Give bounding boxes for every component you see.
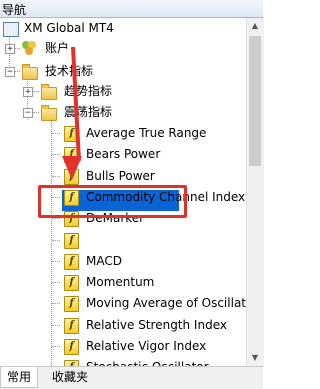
tree-item-label: Bulls Power <box>86 169 155 183</box>
indicator-icon: f <box>64 339 79 355</box>
tree-item-indicator[interactable]: f Relative Strength Index <box>0 315 246 335</box>
tree-item-label: Relative Strength Index <box>86 318 227 332</box>
tab-common[interactable]: 常用 <box>0 367 39 388</box>
tree-item-label: MACD <box>86 254 122 268</box>
folder-icon <box>22 64 38 80</box>
tree-item-label: 震荡指标 <box>64 105 113 119</box>
tree-item-indicator[interactable]: f Moving Average of Oscillator <box>0 293 246 313</box>
tree-connector <box>52 133 60 134</box>
tree-connector <box>52 282 60 283</box>
folder-icon <box>41 84 57 100</box>
tree-connector <box>52 218 60 219</box>
tree-item-technical-indicators[interactable]: − 技术指标 <box>0 61 246 81</box>
tree-connector <box>52 261 60 262</box>
tree-item-trend[interactable]: + 趋势指标 <box>0 81 246 101</box>
expand-toggle[interactable]: + <box>23 87 33 97</box>
tree-item-indicator[interactable]: f Bulls Power <box>0 166 246 186</box>
collapse-toggle[interactable]: − <box>23 108 33 118</box>
tree-item-accounts[interactable]: + 账户 <box>0 38 246 58</box>
annotation-arrow-head-icon <box>62 156 82 180</box>
tree-connector <box>52 154 60 155</box>
tree-item-label: Moving Average of Oscillator <box>86 296 246 310</box>
tree-item-indicator[interactable]: f Force Index <box>0 230 246 250</box>
tree-item-label: Momentum <box>86 275 155 289</box>
terminal-icon <box>3 22 19 37</box>
tab-favorites[interactable]: 收藏夹 <box>46 367 94 387</box>
highlight-annotation-box <box>38 185 187 218</box>
tree-item-indicator[interactable]: f Momentum <box>0 272 246 292</box>
accounts-icon <box>22 41 36 55</box>
tree-item-label: Stochastic Oscillator <box>86 357 209 366</box>
tree-item-label: Bears Power <box>86 147 161 161</box>
tree-item-indicator[interactable]: f Bears Power <box>0 144 246 164</box>
tree-connector <box>52 325 60 326</box>
tree-item-label: Force Index <box>86 233 156 247</box>
tree-item-label: 账户 <box>45 41 70 55</box>
tree-item-indicator[interactable]: fStochastic Oscillator <box>0 357 246 366</box>
tree-item-label: 趋势指标 <box>64 84 113 98</box>
indicator-icon: f <box>64 275 79 291</box>
scroll-thumb[interactable] <box>249 36 261 166</box>
vertical-scrollbar[interactable]: ▲ ▼ <box>246 18 264 366</box>
tree-connector <box>52 240 60 241</box>
scroll-up-icon[interactable]: ▲ <box>247 18 263 34</box>
navigator-tabs: 常用 收藏夹 <box>0 366 263 389</box>
tree-item-label: 技术指标 <box>45 64 94 78</box>
tree-item-oscillators[interactable]: − 震荡指标 <box>0 102 246 122</box>
tree-connector <box>52 176 60 177</box>
tree-item-indicator[interactable]: f Relative Vigor Index <box>0 336 246 356</box>
tree-item-indicator[interactable]: f MACD <box>0 251 246 271</box>
expand-toggle[interactable]: + <box>5 44 15 54</box>
indicator-icon: f <box>64 233 79 249</box>
collapse-toggle[interactable]: − <box>5 67 15 77</box>
navigator-titlebar: 导航 <box>0 0 263 18</box>
folder-icon <box>41 105 57 121</box>
tree-item-indicator[interactable]: f Average True Range <box>0 123 246 143</box>
scroll-down-icon[interactable]: ▼ <box>247 350 263 366</box>
window-title: 导航 <box>2 3 27 17</box>
tree-item-label: Relative Vigor Index <box>86 339 207 353</box>
tree-item-label: Average True Range <box>86 126 207 140</box>
tree-connector <box>52 346 60 347</box>
indicator-icon: f <box>64 318 79 334</box>
indicator-icon: f <box>64 254 79 270</box>
tree-item-label: XM Global MT4 <box>24 21 114 35</box>
tree-item-root[interactable]: XM Global MT4 <box>0 18 246 38</box>
navigator-tree: XM Global MT4 + 账户 − 技术指标 + 趋势指标 − 震荡指标 … <box>0 18 246 366</box>
indicator-icon: f <box>64 296 79 312</box>
tree-connector <box>52 303 60 304</box>
